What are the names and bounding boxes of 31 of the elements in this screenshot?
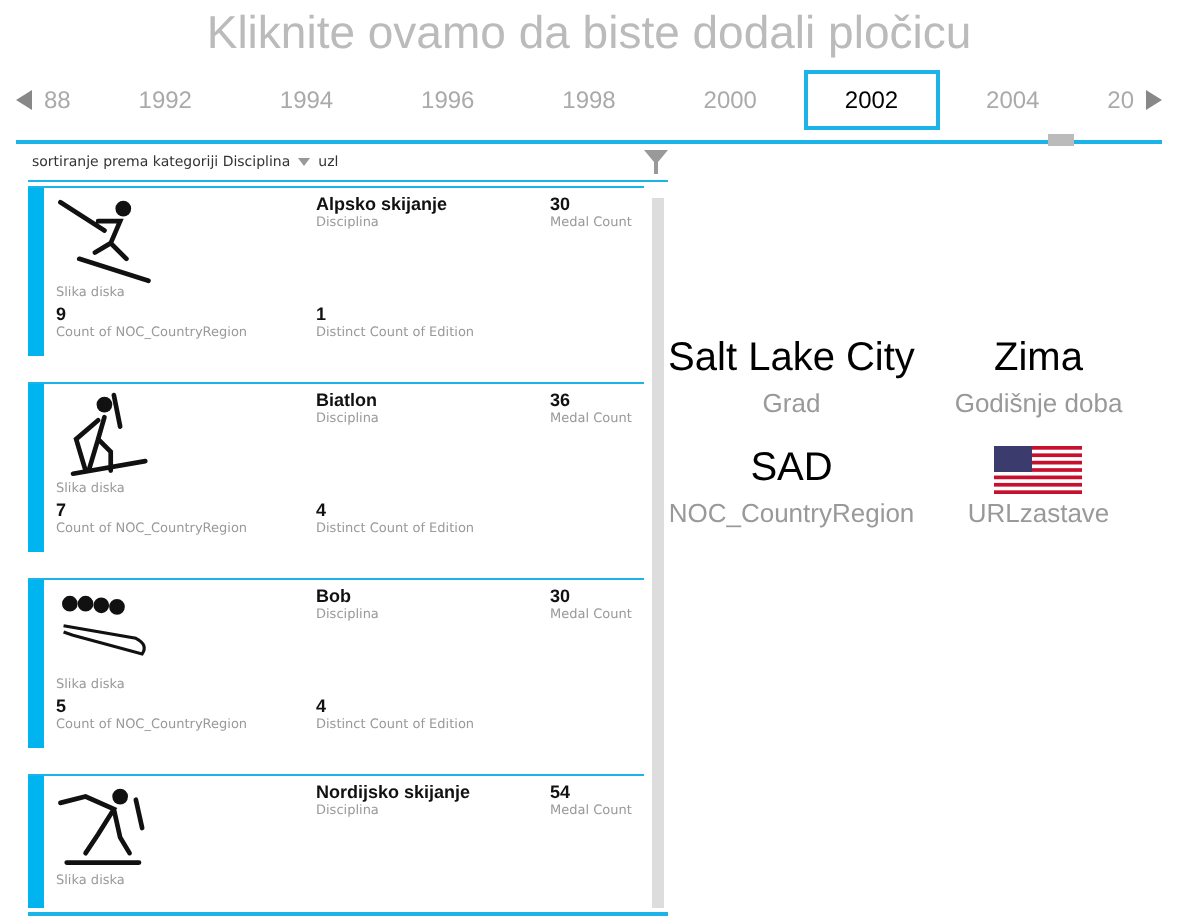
year-tab[interactable]: 1994 — [238, 70, 375, 130]
medal-count-value: 30 — [550, 194, 571, 214]
detail-label: NOC_CountryRegion — [668, 498, 915, 528]
detail-value: Zima — [994, 336, 1083, 384]
discipline-value: Alpsko skijanje — [316, 194, 448, 214]
edition-count-value: 4 — [316, 696, 327, 716]
country-count-value: 9 — [56, 304, 67, 324]
year-tab[interactable]: 2000 — [662, 70, 799, 130]
medal-count-value: 54 — [550, 782, 571, 802]
year-tab[interactable]: 2004 — [944, 70, 1081, 130]
detail-label: Grad — [762, 388, 821, 418]
year-tab[interactable]: 2002 — [803, 70, 940, 130]
discipline-value: Biatlon — [316, 390, 377, 410]
country-count-value: 5 — [56, 696, 67, 716]
year-tab[interactable]: 20 — [1086, 70, 1138, 130]
edition-count-value: 1 — [316, 304, 327, 324]
year-tab[interactable]: 88 — [40, 70, 92, 130]
detail-value: SAD — [750, 446, 833, 494]
detail-label: URLzastave — [967, 498, 1110, 528]
year-tab[interactable]: 1996 — [379, 70, 516, 130]
medal-count-value: 36 — [550, 390, 571, 410]
detail-value: Salt Lake City — [668, 336, 915, 384]
medal-count-value: 30 — [550, 586, 571, 606]
country-count-value: 7 — [56, 500, 67, 520]
edition-count-value: 4 — [316, 500, 327, 520]
year-tab[interactable]: 1998 — [521, 70, 657, 130]
discipline-value: Bob — [316, 586, 351, 606]
tile-placeholder-title[interactable]: Kliknite ovamo da biste dodali pločicu — [16, 0, 1162, 66]
year-tab[interactable]: 1992 — [97, 70, 234, 130]
detail-label: Godišnje doba — [954, 388, 1123, 418]
discipline-value: Nordijsko skijanje — [316, 782, 471, 802]
